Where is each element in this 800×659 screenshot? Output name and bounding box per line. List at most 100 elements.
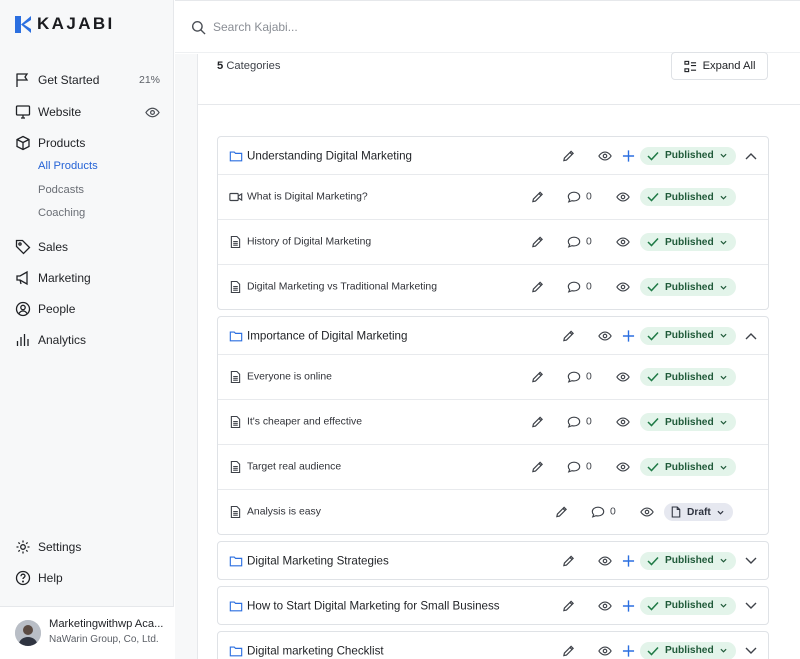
lesson-title[interactable]: Analysis is easy [247,507,321,518]
add-plus-icon[interactable] [622,599,635,612]
sidebar-item-label: Website [38,105,82,119]
sidebar-item-sales[interactable]: Sales [14,236,160,258]
chevron-down-icon[interactable] [745,557,757,565]
user-account[interactable]: Marketingwithwp Aca... NaWarin Group, Co… [0,606,174,659]
chevron-up-icon[interactable] [745,332,757,340]
sidebar-item-website[interactable]: Website [14,101,160,123]
edit-pencil-icon[interactable] [562,149,575,162]
preview-eye-icon[interactable] [616,461,630,473]
lesson-title[interactable]: Digital Marketing vs Traditional Marketi… [247,282,437,293]
preview-eye-icon[interactable] [616,416,630,428]
category-title[interactable]: How to Start Digital Marketing for Small… [247,599,500,612]
edit-pencil-icon[interactable] [531,371,544,384]
sidebar-item-get-started[interactable]: Get Started 21% [14,69,160,91]
comments[interactable]: 0 [567,416,592,429]
preview-eye-icon[interactable] [616,371,630,383]
category-header[interactable]: Digital marketing Checklist Published [218,632,768,659]
status-badge[interactable]: Published [640,368,736,386]
lesson-title[interactable]: History of Digital Marketing [247,237,371,248]
sidebar-item-marketing[interactable]: Marketing [14,267,160,289]
preview-eye-icon[interactable] [598,600,612,612]
edit-pencil-icon[interactable] [562,644,575,657]
edit-pencil-icon[interactable] [531,281,544,294]
preview-eye-icon[interactable] [598,330,612,342]
add-plus-icon[interactable] [622,149,635,162]
lesson-row[interactable]: It's cheaper and effective 0 Published [218,399,768,444]
eye-icon[interactable] [145,105,160,120]
preview-eye-icon[interactable] [640,506,654,518]
edit-pencil-icon[interactable] [531,236,544,249]
edit-pencil-icon[interactable] [531,416,544,429]
cell: 0 [567,236,592,249]
sidebar-subitem-podcasts[interactable]: Podcasts [38,184,84,196]
lesson-title[interactable]: What is Digital Marketing? [247,192,368,203]
comments[interactable]: 0 [591,506,616,519]
status-badge[interactable]: Draft [664,503,733,521]
comments[interactable]: 0 [567,371,592,384]
add-plus-icon[interactable] [622,554,635,567]
category-title[interactable]: Digital Marketing Strategies [247,554,389,567]
sidebar-item-help[interactable]: Help [14,567,160,589]
edit-pencil-icon[interactable] [531,191,544,204]
chevron-down-icon[interactable] [745,602,757,610]
status-badge[interactable]: Published [640,551,736,570]
expand-all-button[interactable]: Expand All [671,52,768,80]
status-badge[interactable]: Published [640,146,736,165]
edit-pencil-icon[interactable] [562,599,575,612]
comments[interactable]: 0 [567,281,592,294]
chevron-down-icon[interactable] [745,647,757,655]
preview-eye-icon[interactable] [598,150,612,162]
lesson-row[interactable]: History of Digital Marketing 0 Published [218,219,768,264]
search-input[interactable] [213,17,513,37]
edit-pencil-icon[interactable] [562,329,575,342]
edit-pencil-icon[interactable] [562,554,575,567]
sidebar-item-settings[interactable]: Settings [14,536,160,558]
comments[interactable]: 0 [567,461,592,474]
edit-pencil-icon[interactable] [531,461,544,474]
lesson-row[interactable]: Target real audience 0 Published [218,444,768,489]
add-plus-icon[interactable] [622,644,635,657]
lesson-row[interactable]: Everyone is online 0 Published [218,354,768,399]
comments[interactable]: 0 [567,236,592,249]
preview-eye-icon[interactable] [616,236,630,248]
category-header[interactable]: Digital Marketing Strategies Published [218,542,768,579]
category-title[interactable]: Importance of Digital Marketing [247,329,407,342]
status-badge[interactable]: Published [640,458,736,476]
edit-pencil-icon[interactable] [555,506,568,519]
status-badge[interactable]: Published [640,413,736,431]
lesson-row[interactable]: What is Digital Marketing? 0 Published [218,174,768,219]
lesson-title[interactable]: Target real audience [247,462,341,473]
add-plus-icon[interactable] [622,329,635,342]
preview-eye-icon[interactable] [598,645,612,657]
status-badge[interactable]: Published [640,641,736,659]
lesson-row[interactable]: Analysis is easy 0 Draft [218,489,768,534]
cell [745,152,757,160]
lesson-title[interactable]: It's cheaper and effective [247,417,362,428]
preview-eye-icon[interactable] [598,555,612,567]
preview-eye-icon[interactable] [616,191,630,203]
category-header[interactable]: Understanding Digital Marketing Published [218,137,768,174]
category-title[interactable]: Understanding Digital Marketing [247,149,412,162]
category-title[interactable]: Digital marketing Checklist [247,644,384,657]
comments[interactable]: 0 [567,191,592,204]
kajabi-logo[interactable]: KAJABI [15,14,115,34]
category-header[interactable]: Importance of Digital Marketing Published [218,317,768,354]
lesson-title[interactable]: Everyone is online [247,372,332,383]
category-header[interactable]: How to Start Digital Marketing for Small… [218,587,768,624]
status-badge[interactable]: Published [640,596,736,615]
lesson-row[interactable]: Digital Marketing vs Traditional Marketi… [218,264,768,309]
sidebar-subitem-coaching[interactable]: Coaching [38,207,85,219]
preview-eye-icon[interactable] [616,281,630,293]
status-badge[interactable]: Published [640,278,736,296]
sidebar-subitem-all-products[interactable]: All Products [38,160,98,172]
status-badge[interactable]: Published [640,326,736,345]
status-badge[interactable]: Published [640,188,736,206]
sidebar-item-people[interactable]: People [14,298,160,320]
cell [640,506,654,518]
cell [598,330,612,342]
sidebar-item-products[interactable]: Products [14,132,160,154]
sidebar-item-analytics[interactable]: Analytics [14,329,160,351]
cell [622,599,635,612]
chevron-up-icon[interactable] [745,152,757,160]
status-badge[interactable]: Published [640,233,736,251]
